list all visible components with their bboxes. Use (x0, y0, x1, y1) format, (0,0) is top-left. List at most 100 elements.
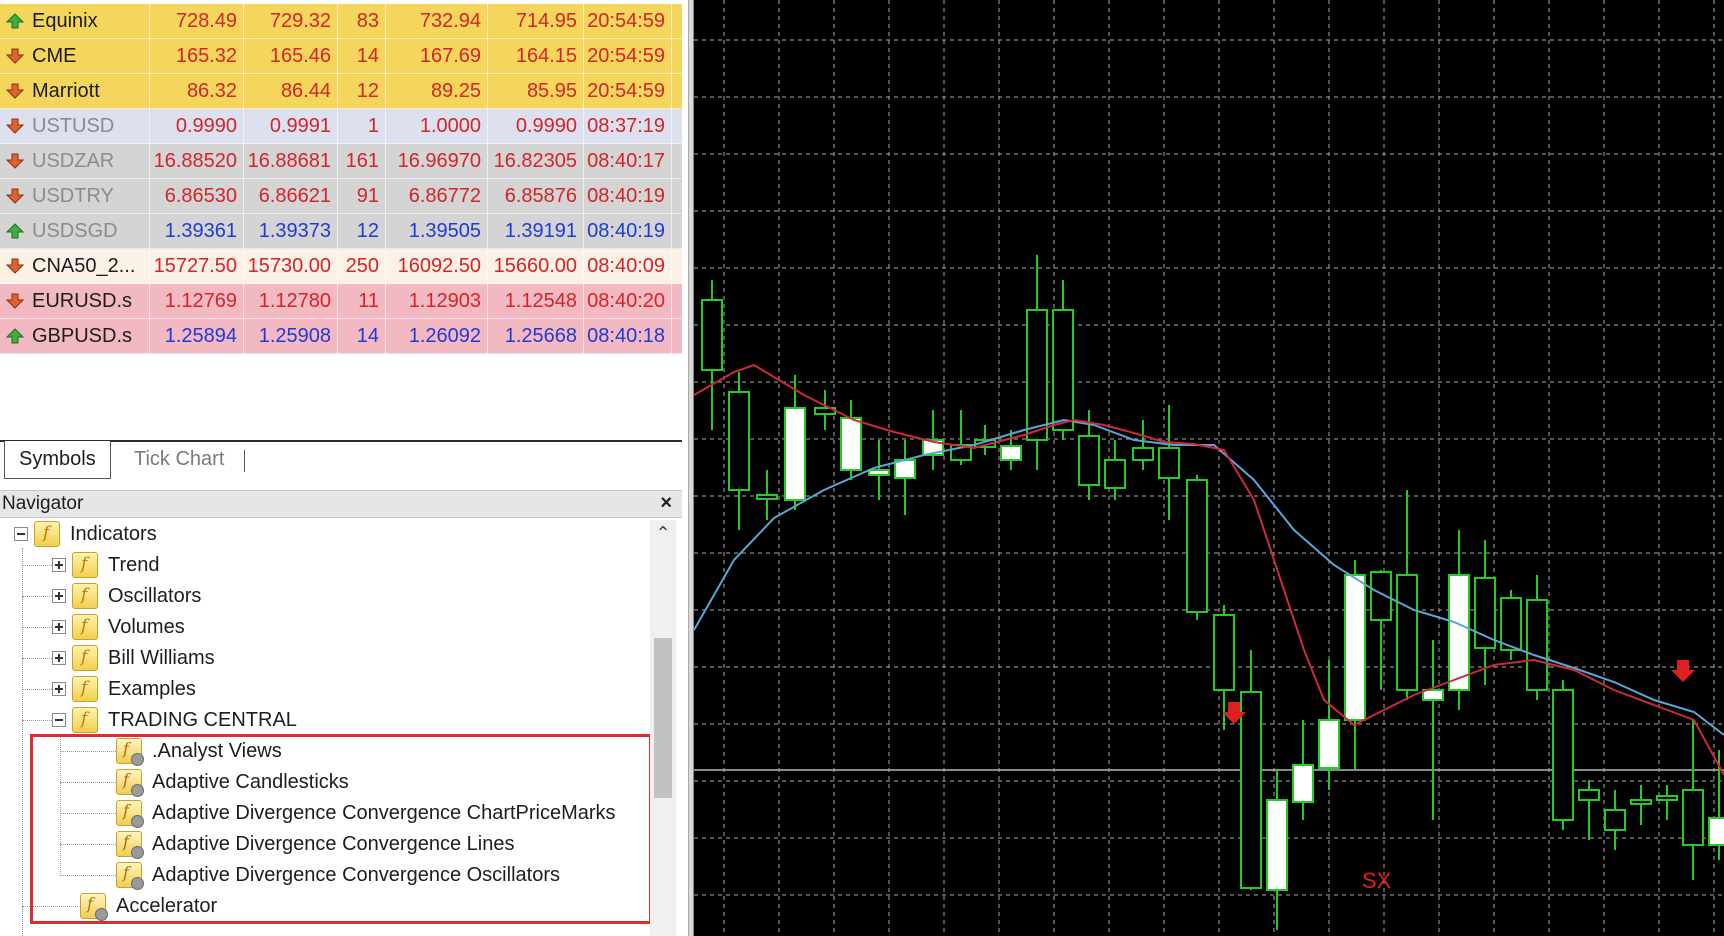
tab-tick-chart[interactable]: Tick Chart (120, 441, 238, 479)
tree-item-trading-central[interactable]: TRADING CENTRAL (52, 705, 297, 735)
tree-item-indicator[interactable]: Adaptive Divergence Convergence Lines (116, 829, 514, 859)
market-watch-row[interactable]: GBPUSD.s 1.25894 1.25908 14 1.26092 1.25668 08… (0, 318, 682, 354)
tree-connector (60, 875, 116, 876)
time-cell: 20:54:59 (584, 38, 672, 74)
tree-item-group[interactable]: Volumes (52, 612, 185, 642)
tree-connector (22, 596, 52, 597)
time-cell: 08:40:20 (584, 283, 672, 319)
symbol-name: EURUSD.s (32, 289, 133, 312)
market-watch-row[interactable]: USTUSD 0.9990 0.9991 1 1.0000 0.9990 08:37:19 (0, 108, 682, 144)
tree-connector (22, 548, 23, 936)
bull-candle (1000, 445, 1022, 461)
indicator-folder-icon (72, 645, 98, 671)
collapse-icon[interactable] (14, 527, 28, 541)
low-cell: 1.39191 (488, 213, 584, 249)
market-watch-row[interactable]: Equinix 728.49 729.32 83 732.94 714.95 20:54:5… (0, 3, 682, 39)
bid-cell: 1.39361 (150, 213, 244, 249)
market-watch-row[interactable]: USDSGD 1.39361 1.39373 12 1.39505 1.39191 08:4… (0, 213, 682, 249)
symbol-cell: CME (0, 38, 150, 74)
custom-indicator-icon (116, 831, 144, 859)
symbol-name: GBPUSD.s (32, 324, 133, 347)
scroll-up-icon[interactable]: ⌃ (650, 520, 676, 546)
arrow-down-icon (6, 258, 24, 274)
ask-cell: 0.9991 (244, 108, 338, 144)
tree-item-indicator[interactable]: Adaptive Candlesticks (116, 767, 349, 797)
price-chart[interactable]: SX (694, 0, 1724, 936)
tree-item-indicators[interactable]: Indicators (14, 519, 157, 549)
tree-item-group[interactable]: Trend (52, 550, 160, 580)
tree-item-accelerator[interactable]: Accelerator (80, 891, 217, 921)
navigator-scrollbar[interactable]: ⌃ (650, 520, 676, 936)
tree-item-group[interactable]: Oscillators (52, 581, 201, 611)
bear-candle (756, 494, 778, 500)
navigator-tree: Indicators Trend Oscillators Volumes Bill Wi… (0, 518, 682, 936)
expand-icon[interactable] (52, 682, 66, 696)
tree-item-indicator[interactable]: Adaptive Divergence Convergence Oscillat… (116, 860, 560, 890)
tree-connector (60, 735, 61, 876)
market-watch-row[interactable]: EURUSD.s 1.12769 1.12780 11 1.12903 1.12548 08… (0, 283, 682, 319)
bear-candle (1526, 599, 1548, 691)
expand-icon[interactable] (52, 589, 66, 603)
navigator-panel: Navigator × Indicators Trend Oscillators Vo… (0, 490, 682, 936)
custom-indicator-icon (116, 738, 144, 766)
symbol-name: Marriott (32, 79, 100, 102)
spread-cell: 83 (338, 3, 386, 39)
bear-candle (1026, 309, 1048, 441)
high-cell: 89.25 (386, 73, 488, 109)
tree-item-group[interactable]: Bill Williams (52, 643, 215, 673)
time-cell: 08:37:19 (584, 108, 672, 144)
time-cell: 20:54:59 (584, 73, 672, 109)
signal-label: SX (1362, 868, 1392, 893)
spread-cell: 1 (338, 108, 386, 144)
tree-connector (22, 627, 52, 628)
tree-item-label: Volumes (108, 615, 185, 638)
symbol-cell: CNA50_2... (0, 248, 150, 284)
tree-item-indicator[interactable]: .Analyst Views (116, 736, 282, 766)
custom-indicator-icon (116, 862, 144, 890)
time-cell: 08:40:09 (584, 248, 672, 284)
symbol-cell: Marriott (0, 73, 150, 109)
sell-arrow-icon (1671, 660, 1695, 682)
arrow-up-icon (6, 223, 24, 239)
low-cell: 164.15 (488, 38, 584, 74)
close-icon[interactable]: × (660, 492, 672, 515)
spread-cell: 14 (338, 318, 386, 354)
low-cell: 1.12548 (488, 283, 584, 319)
expand-icon[interactable] (52, 651, 66, 665)
navigator-header: Navigator × (0, 490, 682, 518)
symbol-cell: EURUSD.s (0, 283, 150, 319)
market-watch-row[interactable]: USDTRY 6.86530 6.86621 91 6.86772 6.85876 08:4… (0, 178, 682, 214)
bear-candle (1396, 574, 1418, 691)
bear-candle (1578, 789, 1600, 801)
tab-symbols[interactable]: Symbols (4, 441, 111, 479)
ask-cell: 15730.00 (244, 248, 338, 284)
symbol-cell: Equinix (0, 3, 150, 39)
market-watch-row[interactable]: Marriott 86.32 86.44 12 89.25 85.95 20:54:59 (0, 73, 682, 109)
bear-candle (701, 299, 723, 371)
market-watch-row[interactable]: USDZAR 16.88520 16.88681 161 16.96970 16.8230… (0, 143, 682, 179)
symbol-name: USDSGD (32, 219, 118, 242)
time-cell: 08:40:18 (584, 318, 672, 354)
tree-connector (60, 844, 116, 845)
scroll-thumb[interactable] (654, 638, 672, 798)
bear-candle (1158, 447, 1180, 479)
symbol-cell: USDSGD (0, 213, 150, 249)
ask-cell: 1.25908 (244, 318, 338, 354)
low-cell: 0.9990 (488, 108, 584, 144)
bid-cell: 86.32 (150, 73, 244, 109)
bid-cell: 728.49 (150, 3, 244, 39)
high-cell: 6.86772 (386, 178, 488, 214)
symbol-name: Equinix (32, 9, 98, 32)
expand-icon[interactable] (52, 558, 66, 572)
market-watch-row[interactable]: CNA50_2... 15727.50 15730.00 250 16092.50 156… (0, 248, 682, 284)
low-cell: 714.95 (488, 3, 584, 39)
tree-item-indicator[interactable]: Adaptive Divergence Convergence ChartPri… (116, 798, 616, 828)
bid-cell: 1.12769 (150, 283, 244, 319)
market-watch-row[interactable]: CME 165.32 165.46 14 167.69 164.15 20:54:59 (0, 38, 682, 74)
collapse-icon[interactable] (52, 713, 66, 727)
tree-item-group[interactable]: Examples (52, 674, 196, 704)
expand-icon[interactable] (52, 620, 66, 634)
bid-cell: 6.86530 (150, 178, 244, 214)
tree-item-label: Oscillators (108, 584, 202, 607)
indicator-folder-icon (72, 707, 98, 733)
